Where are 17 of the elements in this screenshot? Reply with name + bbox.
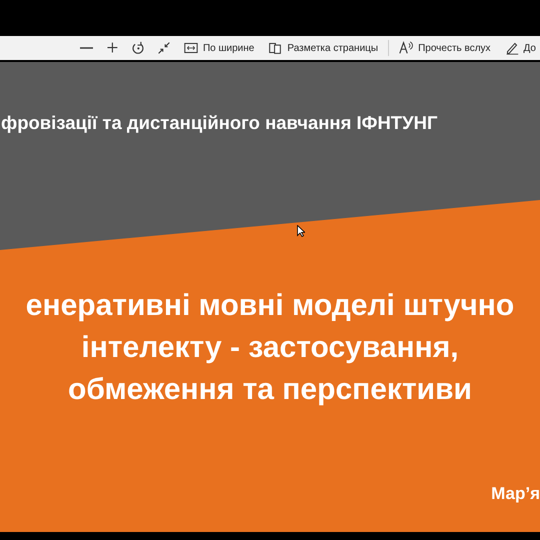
author-name: Мар’я [491, 484, 540, 504]
pen-icon [504, 41, 519, 55]
slide-title-line: інтелекту - застосування, [81, 330, 459, 366]
toolbar-button[interactable]: Разметка страницы [264, 38, 382, 58]
toolbar-button[interactable]: До [500, 38, 540, 58]
toolbar-button[interactable]: По ширине [180, 38, 258, 58]
mouse-cursor-icon [297, 225, 305, 237]
page-layout-icon [268, 41, 282, 55]
rotate-icon [130, 41, 145, 55]
read-aloud-icon [399, 41, 414, 55]
fit-width-icon [184, 41, 198, 55]
collapse-arrows-icon [156, 41, 171, 55]
slide-title-line: обмеження та перспективи [68, 372, 472, 408]
slide-header: фровізації та дистанційного навчання ІФНТУНГ [0, 111, 438, 134]
toolbar-button[interactable]: Прочесть вслух [395, 38, 495, 58]
slide-title-line: енеративні мовні моделі штучно [26, 288, 514, 324]
zoom-in-icon [104, 41, 119, 55]
